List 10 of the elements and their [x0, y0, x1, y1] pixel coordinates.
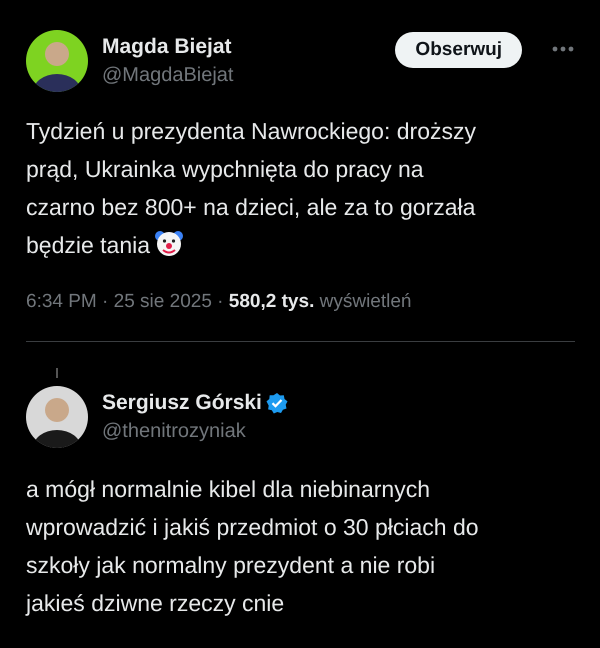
author-handle[interactable]: @thenitrozyniak	[102, 416, 574, 444]
author-name[interactable]: Sergiusz Górski	[102, 388, 262, 416]
more-options-icon[interactable]	[552, 46, 574, 52]
tweet-meta: 6:34 PM · 25 sie 2025 · 580,2 tys. wyświetleń	[26, 290, 413, 314]
clown-face-icon	[154, 228, 184, 258]
follow-button[interactable]: Obserwuj	[395, 32, 522, 68]
tweet-text: a mógł normalnie kibel dla niebinarnych wprowadzić i jakiś przedmiot o 30 płciach do szkoły jak normalny prezydent a nie robi jakieś dziwne rzeczy cnie	[26, 474, 480, 618]
tweet-text: Tydzień u prezydenta Nawrockiego: droższy prąd, Ukrainka wypchnięta do pracy na czarno bez 800+ na dzieci, ale za to gorzała będzie tania	[26, 117, 477, 260]
author-handle[interactable]: @MagdaBiejat	[102, 61, 382, 89]
author-name[interactable]: Magda Biejat	[102, 33, 232, 61]
